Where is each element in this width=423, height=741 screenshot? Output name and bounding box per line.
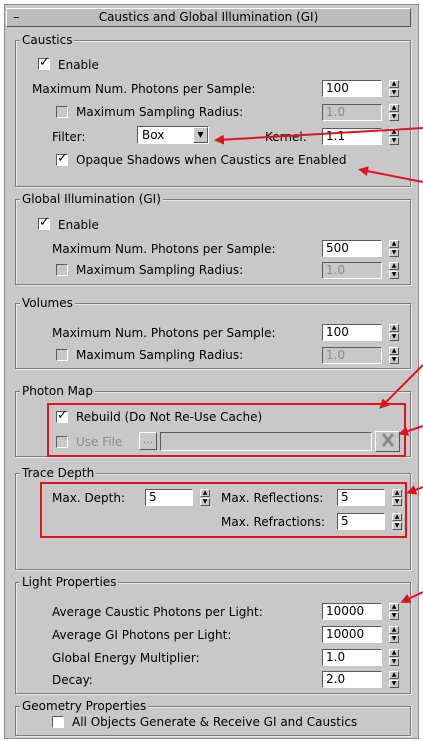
gi-max-photons-field[interactable]: 500 <box>322 240 382 257</box>
geometry-properties-group-title: Geometry Properties <box>20 698 149 714</box>
photon-map-highlight <box>47 403 406 457</box>
caustics-enable-label: Enable <box>58 58 99 72</box>
caustics-max-photons-field[interactable]: 100 <box>322 80 382 97</box>
caustics-group-title: Caustics <box>20 32 75 48</box>
caustics-max-photons-label: Maximum Num. Photons per Sample: <box>32 82 256 96</box>
caustics-max-radius-field[interactable]: 1.0 <box>322 104 382 121</box>
decay-label: Decay: <box>52 673 93 687</box>
caustics-max-radius-checkbox[interactable] <box>56 106 68 118</box>
caustics-filter-value: Box <box>142 128 165 142</box>
photon-map-group-title: Photon Map <box>20 383 95 399</box>
rollout-title: Caustics and Global Illumination (GI) <box>98 10 319 24</box>
gi-group-title: Global Illumination (GI) <box>20 191 163 207</box>
volumes-max-photons-label: Maximum Num. Photons per Sample: <box>52 326 276 340</box>
trace-depth-highlight <box>40 482 407 538</box>
gi-max-photons-spinner[interactable]: ▲ ▼ <box>389 240 399 257</box>
volumes-max-radius-checkbox[interactable] <box>56 349 68 361</box>
decay-spinner[interactable]: ▲ ▼ <box>389 671 399 688</box>
volumes-max-radius-label: Maximum Sampling Radius: <box>76 348 244 362</box>
gi-max-radius-label: Maximum Sampling Radius: <box>76 263 244 277</box>
volumes-max-photons-field[interactable]: 100 <box>322 324 382 341</box>
avg-caustic-photons-field[interactable]: 10000 <box>322 603 382 620</box>
avg-gi-photons-spinner[interactable]: ▲ ▼ <box>389 626 399 643</box>
gi-max-photons-label: Maximum Num. Photons per Sample: <box>52 242 276 256</box>
volumes-group-title: Volumes <box>20 295 75 311</box>
decay-field[interactable]: 2.0 <box>322 671 382 688</box>
check-icon: ✓ <box>39 215 50 230</box>
caustics-kernel-field[interactable]: 1.1 <box>322 128 382 145</box>
gi-enable-checkbox[interactable]: ✓ <box>38 215 50 230</box>
caustics-enable-checkbox[interactable]: ✓ <box>38 55 50 70</box>
global-energy-multiplier-spinner[interactable]: ▲ ▼ <box>389 649 399 666</box>
caustics-opaque-shadows-checkbox[interactable]: ✓ <box>56 151 68 166</box>
gi-enable-label: Enable <box>58 218 99 232</box>
global-energy-multiplier-field[interactable]: 1.0 <box>322 649 382 666</box>
trace-depth-group-title: Trace Depth <box>20 465 97 481</box>
gi-max-radius-checkbox[interactable] <box>56 264 68 276</box>
caustics-max-photons-spinner[interactable]: ▲ ▼ <box>389 80 399 97</box>
volumes-max-radius-field[interactable]: 1.0 <box>322 347 382 364</box>
avg-caustic-photons-label: Average Caustic Photons per Light: <box>52 605 263 619</box>
caustics-filter-dropdown[interactable]: Box ▼ <box>137 126 209 144</box>
caustics-max-radius-spinner[interactable]: ▲ ▼ <box>389 104 399 121</box>
check-icon: ✓ <box>39 55 50 70</box>
gi-max-radius-field[interactable]: 1.0 <box>322 262 382 279</box>
volumes-max-radius-spinner[interactable]: ▲ ▼ <box>389 347 399 364</box>
volumes-max-photons-spinner[interactable]: ▲ ▼ <box>389 324 399 341</box>
collapse-icon[interactable]: – <box>13 9 20 26</box>
check-icon: ✓ <box>57 151 68 166</box>
light-properties-group-title: Light Properties <box>20 574 119 590</box>
caustics-filter-label: Filter: <box>52 130 86 144</box>
caustics-max-radius-label: Maximum Sampling Radius: <box>76 105 244 119</box>
avg-caustic-photons-spinner[interactable]: ▲ ▼ <box>389 603 399 620</box>
all-objects-gi-caustics-checkbox[interactable] <box>52 716 64 728</box>
gi-max-radius-spinner[interactable]: ▲ ▼ <box>389 262 399 279</box>
chevron-down-icon[interactable]: ▼ <box>193 127 208 143</box>
rollout-header[interactable]: – Caustics and Global Illumination (GI) <box>6 8 411 27</box>
global-energy-multiplier-label: Global Energy Multiplier: <box>52 651 200 665</box>
all-objects-gi-caustics-label: All Objects Generate & Receive GI and Ca… <box>72 715 358 729</box>
avg-gi-photons-label: Average GI Photons per Light: <box>52 628 232 642</box>
caustics-kernel-label: Kernel: <box>265 130 307 144</box>
avg-gi-photons-field[interactable]: 10000 <box>322 626 382 643</box>
caustics-opaque-shadows-label: Opaque Shadows when Caustics are Enabled <box>76 153 347 167</box>
caustics-kernel-spinner[interactable]: ▲ ▼ <box>389 128 399 145</box>
